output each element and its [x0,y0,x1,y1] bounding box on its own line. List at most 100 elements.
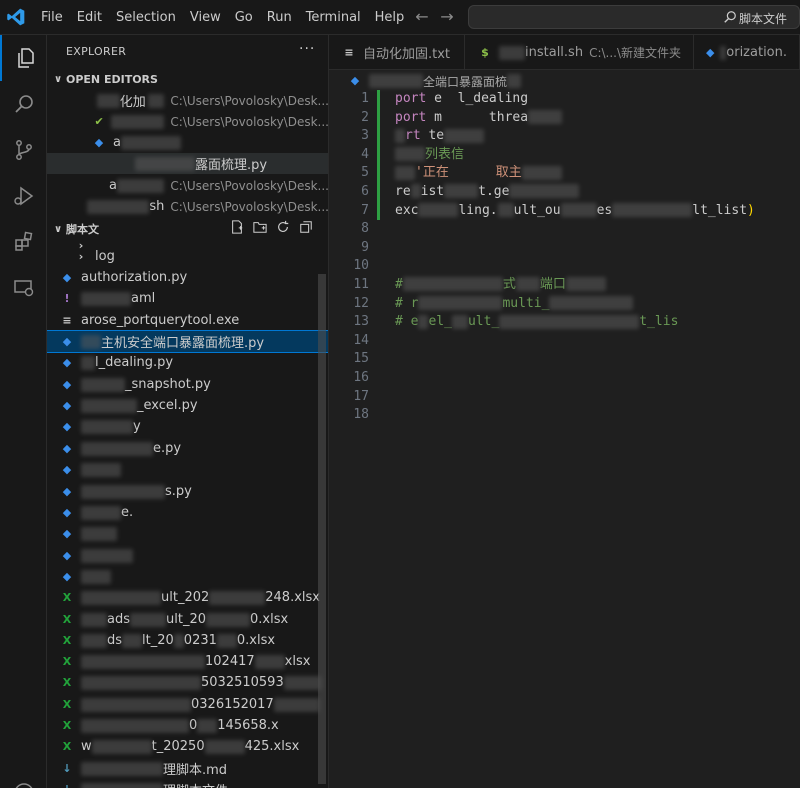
menu-view[interactable]: View [183,10,228,25]
sidebar-scrollbar[interactable] [318,274,326,784]
code-lines: port e l_dealing port m threa rt te 列表信 … [395,90,755,425]
tab-automation-txt[interactable]: ≡ 自动化加固.txt [329,35,465,70]
tree-file[interactable]: ◆ _snapshot.py [47,374,328,395]
open-editor-item[interactable]: ◆ a [47,132,328,153]
forward-arrow-icon[interactable]: → [437,7,457,27]
tree-file[interactable]: X 0 145658.x [47,715,328,736]
code-editor[interactable]: ◆ 全端口暴露面梳 1 2 3 4 5 6 7 8 9 10 11 12 13 … [329,70,800,788]
tree-file[interactable]: ◆ [47,459,328,480]
tree-label: 102417 [205,654,255,669]
menu-run[interactable]: Run [260,10,299,25]
files-icon [17,48,34,68]
menu-bar: File Edit Selection View Go Run Terminal… [34,0,411,35]
tree-file[interactable]: ◆ [47,566,328,587]
new-folder-icon[interactable] [251,218,268,235]
tree-file[interactable]: ◆ e. [47,502,328,523]
open-editor-item[interactable]: 化加 C:\Users\Povolosky\Desk... [47,90,328,111]
tree-file[interactable]: X ult_202 248.xlsx [47,587,328,608]
menu-help[interactable]: Help [368,10,412,25]
menu-edit[interactable]: Edit [70,10,109,25]
open-editors-header[interactable]: ∨ OPEN EDITORS [47,68,328,90]
code-line: exc ling. ult_ou es lt_list) [395,202,755,218]
markdown-file-icon: ↓ [62,761,72,775]
open-editor-item[interactable]: sh C:\Users\Povolosky\Desk... [47,196,329,217]
tree-label: authorization.py [81,270,188,285]
tab-install-sh[interactable]: $ install.sh C:\...\新建文件夹 [465,35,694,70]
tree-label: _excel.py [137,398,198,413]
search-activity[interactable] [0,81,47,127]
python-file-icon: ◆ [62,377,72,391]
tree-file[interactable]: ↓ 理脚本.md [47,758,328,779]
open-editor-label: sh [149,199,165,214]
source-control-icon [15,140,32,160]
tree-folder-log[interactable]: › log [47,246,328,267]
tree-file[interactable]: ◆ authorization.py [47,267,328,288]
tree-file[interactable]: ◆ [47,523,328,544]
tree-file[interactable]: ◆ l_dealing.py [47,352,328,373]
tree-file[interactable]: ◆ [47,545,328,566]
account-activity[interactable] [0,770,47,788]
tree-file[interactable]: ! aml [47,288,328,309]
excel-file-icon: X [62,718,72,732]
code-line: port m threa [395,109,755,128]
open-editor-item[interactable]: ✔ C:\Users\Povolosky\Desk... [47,111,328,132]
tree-label: 5032510593 [201,675,284,690]
menu-selection[interactable]: Selection [109,10,183,25]
tree-file[interactable]: ◆ e.py [47,438,328,459]
tree-label: 理脚本文件 [163,780,228,788]
activity-bar [0,35,47,788]
tree-label: l_dealing.py [95,355,174,370]
tree-file[interactable]: X ads ult_20 0.xlsx [47,609,328,630]
extensions-activity[interactable] [0,219,47,265]
open-editor-item[interactable]: a C:\Users\Povolosky\Desk... [47,175,328,196]
open-editor-item-active[interactable]: 露面梳理.py [47,153,328,174]
source-control-activity[interactable] [0,127,47,173]
open-editor-path: C:\Users\Povolosky\Desk... [170,199,329,214]
python-file-icon: ◆ [62,419,72,433]
tab-label: install.sh [525,45,584,60]
tree-label: ult_202 [161,590,210,605]
search-text: 脚本文件 [739,12,788,26]
run-debug-activity[interactable] [0,173,47,219]
tree-label: aml [131,291,156,306]
menu-go[interactable]: Go [228,10,260,25]
line-number: 11 [353,276,369,292]
tree-file-selected[interactable]: ◆ 主机安全端口暴露面梳理.py [47,330,328,353]
git-modified-indicator [377,90,380,220]
markdown-file-icon: ↓ [59,782,75,788]
yaml-file-icon: ! [64,291,70,305]
more-actions-icon[interactable]: ··· [299,41,315,57]
tree-file[interactable]: ◆ y [47,416,328,437]
back-arrow-icon[interactable]: ← [412,7,432,27]
tree-file[interactable]: ↓ 理脚本文件 [47,779,328,788]
tree-file[interactable]: X 0326152017 [47,694,328,715]
menu-file[interactable]: File [34,10,70,25]
tree-file[interactable]: ◆ _excel.py [47,395,328,416]
refresh-icon[interactable] [274,218,291,235]
command-center-search[interactable]: 脚本文件 [468,5,800,29]
menu-terminal[interactable]: Terminal [299,10,368,25]
tree-file[interactable]: X 5032510593 [47,672,328,693]
excel-file-icon: X [62,654,72,668]
tree-file[interactable]: X w t_20250 425.xlsx [47,736,328,757]
code-line: 列表信 [395,146,755,165]
code-line: re ist t.ge [395,183,755,202]
tree-file[interactable]: X 102417 xlsx [47,651,328,672]
explorer-activity[interactable] [0,35,47,81]
tree-file[interactable]: ≡ arose_portquerytool.exe [47,310,328,331]
remote-explorer-activity[interactable] [0,265,47,311]
collapse-all-icon[interactable] [297,218,314,235]
tree-file[interactable]: ◆ s.py [47,481,328,502]
line-number: 7 [361,202,369,218]
tree-label: y [133,419,141,434]
vscode-logo-icon [7,8,25,26]
tab-label: orization. [726,45,787,60]
python-file-icon: ◆ [706,45,715,59]
tab-authorization-py[interactable]: ◆ orization. [694,35,800,70]
tree-file[interactable]: X ds lt_20 0231 0.xlsx [47,630,328,651]
new-file-icon[interactable] [228,218,245,235]
tree-label: lt_20 [142,633,174,648]
